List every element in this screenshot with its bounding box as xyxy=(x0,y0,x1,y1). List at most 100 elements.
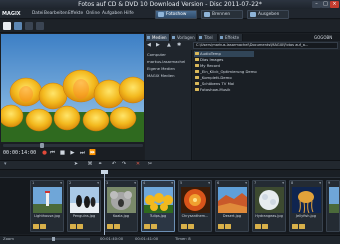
clip-card[interactable]: 2 ▾ Penguins.jpg xyxy=(67,180,101,232)
effect-icon xyxy=(33,224,39,229)
folder-icon xyxy=(195,76,199,79)
menu-hilfe[interactable]: Hilfe xyxy=(124,11,134,16)
sidebar-item-computer[interactable]: Computer xyxy=(147,52,166,57)
hydrangeas-thumbnail xyxy=(255,187,284,213)
up-folder-icon[interactable]: ▲ xyxy=(167,42,171,48)
clip-card[interactable]: 3 ▾ Koala.jpg xyxy=(104,180,138,232)
path-input[interactable]: C:\Users\markus.lasarmachel\Documents\MA… xyxy=(193,42,338,49)
template-icon xyxy=(172,36,175,39)
tab-medien[interactable]: Medien xyxy=(146,34,170,41)
sidebar-item-eigene-medien[interactable]: Eigene Medien xyxy=(147,66,175,71)
status-extra: Timer: 8 xyxy=(175,236,191,241)
redo-timeline-icon[interactable]: ↷ xyxy=(120,161,128,168)
link-icon[interactable]: ⚭ xyxy=(96,161,104,168)
preview-monitor[interactable] xyxy=(1,34,144,142)
transition-icon xyxy=(262,224,268,229)
disc-icon xyxy=(204,12,210,17)
scissors-icon[interactable]: ✂ xyxy=(146,161,154,168)
menu-datei[interactable]: Datei xyxy=(32,11,43,16)
menu-effekte[interactable]: Effekte xyxy=(68,11,83,16)
effect-icon xyxy=(70,224,76,229)
folder-icon xyxy=(195,52,199,55)
maximize-button[interactable]: □ xyxy=(321,1,330,8)
zoom-slider-handle[interactable] xyxy=(52,237,55,241)
status-time-end: 00:01:41:00 xyxy=(135,236,159,241)
timeline-mode-select[interactable]: ▾ xyxy=(4,161,54,168)
transition-icon xyxy=(299,224,305,229)
mode-ausgeben-button[interactable]: Ausgeben xyxy=(247,10,289,19)
lighthouse-thumbnail xyxy=(329,187,339,213)
clip-card[interactable]: 9 xyxy=(326,180,340,232)
menu-online[interactable]: Online xyxy=(86,11,100,16)
clip-card[interactable]: 1 ▾ Lighthouse.jpg xyxy=(30,180,64,232)
forward-icon[interactable]: ▶ xyxy=(156,42,160,48)
transition-icon xyxy=(225,224,231,229)
mode-brennen-button[interactable]: Brennen xyxy=(201,10,243,19)
media-icon xyxy=(147,36,150,39)
playhead-line[interactable] xyxy=(104,170,105,236)
clip-card[interactable]: 6 ▾ Desert.jpg xyxy=(215,180,249,232)
brand-label: GOGOBN xyxy=(314,35,333,40)
tab-effekte[interactable]: Effekte xyxy=(219,34,243,41)
next-marker-icon[interactable]: ⏭ xyxy=(78,149,87,157)
transition-icon xyxy=(40,224,46,229)
undo-icon[interactable] xyxy=(25,22,33,30)
arrow-cursor-icon[interactable]: ➤ xyxy=(72,161,80,168)
chrysanthemum-thumbnail xyxy=(181,187,210,213)
menu-bearbeiten[interactable]: Bearbeiten xyxy=(44,11,68,16)
playhead-handle[interactable] xyxy=(101,170,108,174)
play-icon[interactable]: ▶ xyxy=(68,149,77,157)
group-icon[interactable]: ⌘ xyxy=(86,161,94,168)
folder-icon xyxy=(195,82,199,85)
sidebar-item-user[interactable]: markus.lasarmachel xyxy=(147,59,185,64)
lighthouse-thumbnail xyxy=(33,187,62,213)
clip-card[interactable]: 7 ▾ Hydrangeas.jpg xyxy=(252,180,286,232)
delete-icon[interactable]: ✕ xyxy=(134,161,142,168)
fast-forward-icon[interactable]: ⏩ xyxy=(88,149,97,157)
clip-card[interactable]: 5 ▾ Chrysanthem... xyxy=(178,180,212,232)
effect-icon xyxy=(218,224,224,229)
clip-card-selected[interactable]: 4 ▾ Tulips.jpg xyxy=(141,180,175,232)
clip-card[interactable]: 8 ▾ Jellyfish.jpg xyxy=(289,180,323,232)
effect-icon xyxy=(292,224,298,229)
tab-vorlagen[interactable]: Vorlagen xyxy=(171,34,197,41)
fotoshow-icon xyxy=(158,12,164,17)
stop-icon[interactable]: ■ xyxy=(58,149,67,157)
zoom-slider[interactable] xyxy=(40,238,90,240)
redo-icon[interactable] xyxy=(36,22,44,30)
record-icon[interactable]: ● xyxy=(40,149,49,157)
folder-icon xyxy=(195,58,199,61)
tulips-preview-image xyxy=(1,34,144,142)
effect-icon xyxy=(144,224,150,229)
menu-aufgaben[interactable]: Aufgaben xyxy=(102,11,123,16)
folder-item[interactable]: Fotoshow-Musik xyxy=(194,87,254,93)
save-icon[interactable] xyxy=(14,22,22,30)
close-button[interactable]: × xyxy=(330,1,339,8)
title-icon xyxy=(199,36,202,39)
jellyfish-thumbnail xyxy=(292,187,321,213)
undo-timeline-icon[interactable]: ↶ xyxy=(110,161,118,168)
mode-fotoshow-button[interactable]: Fotoshow xyxy=(155,10,197,19)
back-icon[interactable]: ◀ xyxy=(147,42,151,48)
new-project-icon[interactable] xyxy=(3,22,11,30)
export-icon xyxy=(250,12,256,17)
status-time-start: 00:01:40:00 xyxy=(100,236,124,241)
preview-scrub-bar[interactable] xyxy=(3,144,143,147)
folder-icon xyxy=(195,70,199,73)
penguins-thumbnail xyxy=(70,187,99,213)
gear-icon[interactable]: ✱ xyxy=(177,42,181,48)
transition-icon xyxy=(151,224,157,229)
koala-thumbnail xyxy=(107,187,136,213)
effect-icon xyxy=(255,224,261,229)
sidebar-item-magix-medien[interactable]: MAGIX Medien xyxy=(147,73,175,78)
status-zoom-label: Zoom xyxy=(3,236,14,241)
timecode-display: 00:00:14:00 xyxy=(3,150,37,156)
tab-titel[interactable]: Titel xyxy=(198,34,218,41)
prev-marker-icon[interactable]: ⏮ xyxy=(48,149,57,157)
timeline-ruler[interactable] xyxy=(0,171,340,178)
effects-icon xyxy=(220,36,223,39)
scrub-handle[interactable] xyxy=(40,143,44,148)
main-toolbar xyxy=(0,20,340,33)
minimize-button[interactable]: – xyxy=(312,1,321,8)
magix-logo: MAGIX xyxy=(2,11,21,17)
